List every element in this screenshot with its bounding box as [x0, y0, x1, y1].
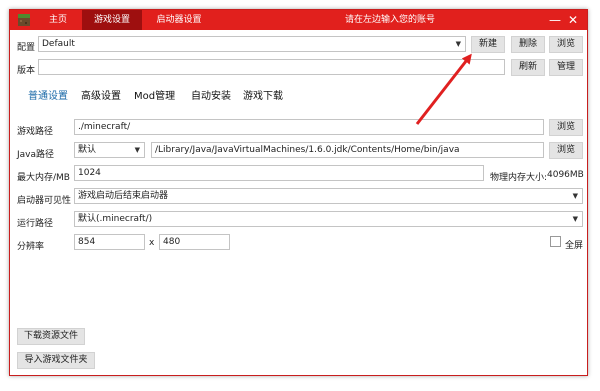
tab-home[interactable]: 主页: [38, 10, 78, 30]
minimize-button[interactable]: —: [548, 10, 562, 30]
resolution-height-value: 480: [163, 237, 181, 247]
subtab-advanced[interactable]: 高级设置: [81, 87, 121, 102]
launcher-visibility-value: 游戏启动后结束启动器: [78, 191, 169, 201]
download-resources-button[interactable]: 下载资源文件: [17, 328, 85, 345]
launcher-visibility-label: 启动器可见性: [17, 196, 72, 206]
subtab-game-download[interactable]: 游戏下载: [243, 87, 283, 102]
game-path-input[interactable]: ./minecraft/: [74, 119, 544, 135]
subtab-general[interactable]: 普通设置: [28, 87, 68, 102]
close-button[interactable]: ✕: [566, 10, 580, 30]
game-path-value: ./minecraft/: [78, 122, 131, 132]
window-title: 请在左边输入您的账号: [344, 15, 435, 25]
resolution-width-input[interactable]: 854: [74, 234, 145, 250]
run-path-select[interactable]: 默认(.minecraft/) ▼: [74, 211, 583, 227]
launcher-visibility-select[interactable]: 游戏启动后结束启动器 ▼: [74, 188, 583, 204]
resolution-height-input[interactable]: 480: [159, 234, 230, 250]
game-path-label: 游戏路径: [17, 127, 54, 137]
resolution-separator: x: [149, 238, 155, 248]
max-memory-label: 最大内存/MB: [17, 173, 70, 183]
physical-memory-label: 物理内存大小:: [490, 173, 548, 183]
browse-profile-button[interactable]: 浏览: [549, 36, 583, 53]
grass-block-icon: [18, 14, 30, 26]
java-mode-value: 默认: [78, 145, 97, 155]
max-memory-input[interactable]: 1024: [74, 165, 484, 181]
profile-label: 配置: [17, 43, 36, 53]
resolution-label: 分辨率: [17, 242, 45, 252]
title-bar: 主页 游戏设置 启动器设置 请在左边输入您的账号 — ✕: [10, 10, 587, 30]
fullscreen-label: 全屏: [565, 241, 584, 251]
tab-launcher-settings[interactable]: 启动器设置: [146, 10, 212, 30]
chevron-down-icon: ▼: [455, 40, 461, 48]
profile-value: Default: [42, 39, 75, 49]
browse-game-path-button[interactable]: 浏览: [549, 119, 583, 136]
new-profile-button[interactable]: 新建: [471, 36, 505, 53]
delete-profile-button[interactable]: 删除: [511, 36, 545, 53]
java-path-input[interactable]: /Library/Java/JavaVirtualMachines/1.6.0.…: [151, 142, 544, 158]
chevron-down-icon: ▼: [572, 215, 578, 223]
subtab-mods[interactable]: Mod管理: [134, 87, 175, 102]
tab-game-settings[interactable]: 游戏设置: [82, 10, 142, 30]
java-mode-select[interactable]: 默认 ▼: [74, 142, 145, 158]
version-label: 版本: [17, 66, 36, 76]
physical-memory-value: 4096MB: [547, 170, 584, 180]
fullscreen-checkbox[interactable]: [550, 236, 561, 247]
refresh-button[interactable]: 刷新: [511, 59, 545, 76]
version-select[interactable]: [38, 59, 505, 75]
java-path-label: Java路径: [17, 150, 55, 160]
chevron-down-icon: ▼: [572, 192, 578, 200]
run-path-label: 运行路径: [17, 219, 54, 229]
subtab-auto-install[interactable]: 自动安装: [191, 87, 231, 102]
manage-button[interactable]: 管理: [549, 59, 583, 76]
profile-select[interactable]: Default ▼: [38, 36, 466, 52]
chevron-down-icon: ▼: [134, 146, 140, 154]
run-path-value: 默认(.minecraft/): [78, 214, 153, 224]
resolution-width-value: 854: [78, 237, 96, 247]
java-path-value: /Library/Java/JavaVirtualMachines/1.6.0.…: [155, 145, 460, 155]
max-memory-value: 1024: [78, 168, 101, 178]
browse-java-path-button[interactable]: 浏览: [549, 142, 583, 159]
import-game-folder-button[interactable]: 导入游戏文件夹: [17, 352, 95, 369]
